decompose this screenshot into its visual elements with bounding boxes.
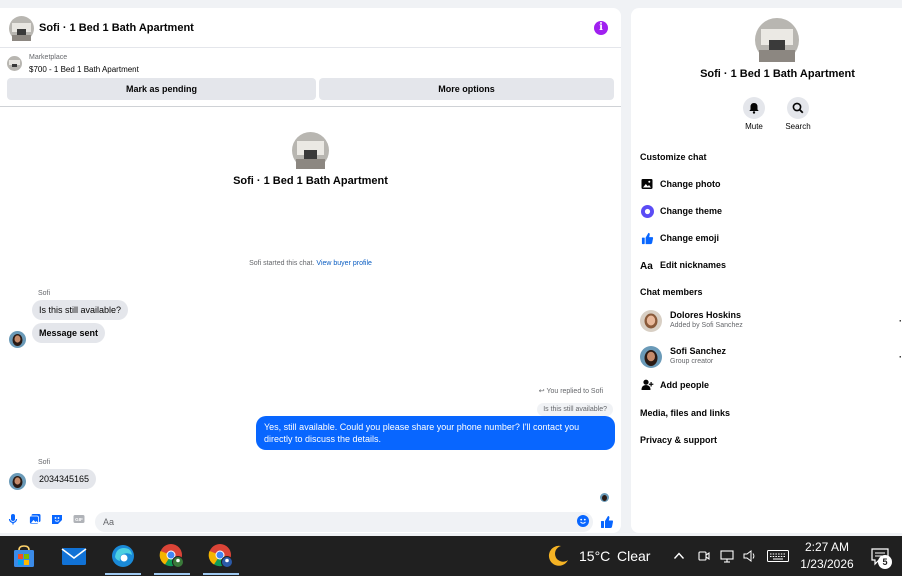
emoji-icon[interactable] <box>577 515 589 527</box>
theme-icon <box>640 204 654 218</box>
edit-nicknames-item[interactable]: Aa Edit nicknames <box>640 257 726 273</box>
chat-panel: Sofi · 1 Bed 1 Bath Apartment i Marketpl… <box>0 8 621 533</box>
system-text: Sofi started this chat. <box>249 260 315 267</box>
member-avatar <box>640 310 662 332</box>
info-icon[interactable]: i <box>594 21 608 35</box>
intro-name: Sofi · 1 Bed 1 Bath Apartment <box>233 175 388 187</box>
clock-time[interactable]: 2:27 AM <box>800 540 854 554</box>
member-row[interactable]: Sofi Sanchez Group creator · <box>640 344 902 372</box>
chrome-profile-1-icon[interactable] <box>152 536 192 576</box>
system-message: Sofi started this chat. View buyer profi… <box>0 260 621 267</box>
sender-avatar[interactable] <box>9 331 26 348</box>
sticker-icon[interactable] <box>51 513 63 525</box>
sender-name: Sofi <box>38 290 51 297</box>
member-row[interactable]: Dolores Hoskins Added by Sofi Sanchez · <box>640 308 902 336</box>
quoted-message[interactable]: Is this still available? <box>537 403 613 416</box>
svg-text:Aa: Aa <box>640 261 653 271</box>
change-emoji-item[interactable]: Change emoji <box>640 230 719 246</box>
volume-icon[interactable] <box>742 548 758 564</box>
edge-app-icon[interactable] <box>103 536 143 576</box>
conversation-avatar[interactable] <box>755 18 799 62</box>
meet-now-icon[interactable] <box>696 548 712 564</box>
nickname-icon: Aa <box>640 258 654 272</box>
moon-weather-icon[interactable] <box>546 544 570 568</box>
add-people-item[interactable]: Add people <box>640 377 709 393</box>
marketplace-label: Marketplace <box>29 54 68 61</box>
like-icon[interactable] <box>600 515 614 529</box>
store-app-icon[interactable] <box>4 536 44 576</box>
svg-text:GIF: GIF <box>75 517 83 522</box>
member-subtitle: Group creator <box>670 358 714 365</box>
info-panel: Sofi · 1 Bed 1 Bath Apartment Mute Searc… <box>631 8 902 533</box>
change-theme-label: Change theme <box>660 206 723 216</box>
keyboard-icon[interactable] <box>766 548 790 564</box>
bell-icon <box>743 97 765 119</box>
mute-button[interactable]: Mute <box>734 97 774 131</box>
member-name: Sofi Sanchez <box>670 346 727 356</box>
conversation-name: Sofi · 1 Bed 1 Bath Apartment <box>700 68 855 80</box>
member-name: Dolores Hoskins <box>670 310 742 320</box>
chat-header: Sofi · 1 Bed 1 Bath Apartment i <box>0 8 621 48</box>
privacy-support-header[interactable]: Privacy & support <box>640 435 717 445</box>
reply-note: ↩ You replied to Sofi <box>538 388 603 395</box>
composer: GIF <box>0 505 621 533</box>
chevron-up-icon[interactable] <box>671 548 687 564</box>
message-bubble[interactable]: 2034345165 <box>32 469 97 489</box>
listing-thumbnail[interactable] <box>7 56 22 71</box>
media-files-links-header[interactable]: Media, files and links <box>640 408 730 418</box>
mute-label: Mute <box>745 122 763 131</box>
chat-members-header[interactable]: Chat members <box>640 287 703 297</box>
sender-name: Sofi <box>38 459 51 466</box>
message-input[interactable] <box>95 512 593 532</box>
mail-app-icon[interactable] <box>54 536 94 576</box>
mark-pending-button[interactable]: Mark as pending <box>7 78 316 100</box>
message-bubble[interactable]: Is this still available? <box>32 300 129 320</box>
edit-nicknames-label: Edit nicknames <box>660 260 727 270</box>
listing-avatar[interactable] <box>9 16 34 41</box>
taskbar: 15°C Clear 2:27 AM 1/23/2026 5 <box>0 536 902 576</box>
read-receipt-avatar <box>600 493 609 502</box>
listing-title[interactable]: $700 - 1 Bed 1 Bath Apartment <box>29 65 139 74</box>
customize-chat-header[interactable]: Customize chat <box>640 152 707 162</box>
outgoing-message-bubble[interactable]: Yes, still available. Could you please s… <box>256 416 615 450</box>
member-avatar <box>640 346 662 368</box>
chrome-profile-2-icon[interactable] <box>201 536 241 576</box>
weather-temperature[interactable]: 15°C <box>579 548 610 564</box>
thumbs-up-icon <box>640 231 654 245</box>
gallery-icon[interactable] <box>29 513 41 525</box>
clock-date[interactable]: 1/23/2026 <box>800 557 854 571</box>
gif-icon[interactable]: GIF <box>73 513 85 525</box>
notification-count-badge: 5 <box>878 555 892 569</box>
view-buyer-profile-link[interactable]: View buyer profile <box>316 260 372 267</box>
more-options-button[interactable]: More options <box>319 78 614 100</box>
member-subtitle: Added by Sofi Sanchez <box>670 322 743 329</box>
network-icon[interactable] <box>719 548 735 564</box>
message-bubble[interactable]: Message sent <box>32 323 106 343</box>
weather-condition[interactable]: Clear <box>617 548 650 564</box>
photo-icon <box>640 177 654 191</box>
search-button[interactable]: Search <box>778 97 818 131</box>
add-people-label: Add people <box>660 380 709 390</box>
change-theme-item[interactable]: Change theme <box>640 203 722 219</box>
chat-title[interactable]: Sofi · 1 Bed 1 Bath Apartment <box>39 22 194 34</box>
change-emoji-label: Change emoji <box>660 233 720 243</box>
microphone-icon[interactable] <box>7 513 19 525</box>
intro-avatar <box>292 132 329 169</box>
marketplace-bar: Marketplace $700 - 1 Bed 1 Bath Apartmen… <box>0 49 621 107</box>
search-label: Search <box>785 122 811 131</box>
sender-avatar[interactable] <box>9 473 26 490</box>
change-photo-label: Change photo <box>660 179 721 189</box>
search-icon <box>787 97 809 119</box>
add-person-icon <box>640 378 654 392</box>
change-photo-item[interactable]: Change photo <box>640 176 721 192</box>
